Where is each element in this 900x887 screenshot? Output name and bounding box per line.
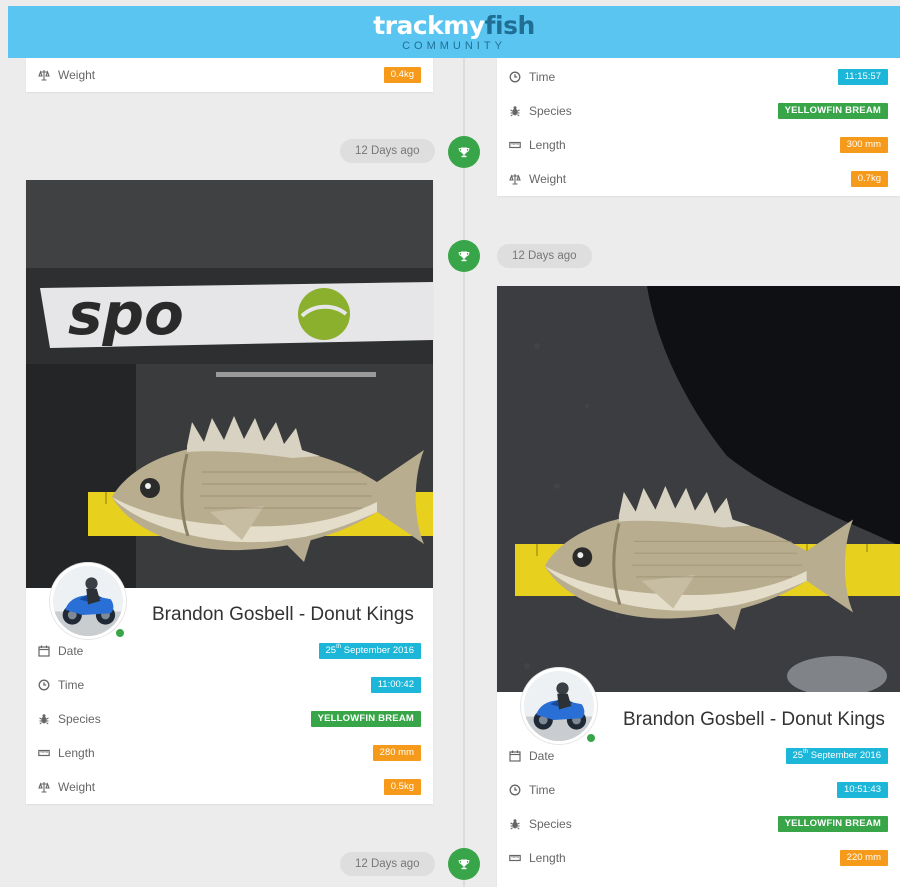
- ruler-icon: [509, 139, 521, 151]
- species-badge: YELLOWFIN BREAM: [777, 816, 888, 832]
- time-row: Time 11:00:42: [26, 668, 433, 702]
- online-status-dot: [114, 627, 126, 639]
- catch-card-right[interactable]: Brandon Gosbell - Donut Kings Date 25th …: [497, 286, 900, 887]
- weight-label: Weight: [58, 68, 96, 82]
- timeline-time-pill: 12 Days ago: [340, 139, 435, 163]
- timeline-marker: [448, 136, 480, 168]
- bug-icon: [509, 105, 521, 117]
- time-badge: 11:00:42: [370, 677, 421, 693]
- calendar-icon: [38, 645, 50, 657]
- date-label: Date: [529, 749, 555, 763]
- time-row: Time 10:51:43: [497, 773, 900, 807]
- author-name[interactable]: Brandon Gosbell - Donut Kings: [152, 604, 414, 626]
- length-badge: 220 mm: [839, 850, 888, 866]
- time-label: Time: [58, 678, 85, 692]
- weight-label: Weight: [58, 780, 96, 794]
- author-avatar[interactable]: [50, 563, 126, 639]
- date-row: Date 25th September 2016: [497, 739, 900, 773]
- app-logo[interactable]: trackmyfish: [373, 10, 536, 40]
- species-row: Species YELLOWFIN BREAM: [497, 94, 900, 128]
- calendar-icon: [509, 750, 521, 762]
- bug-icon: [38, 713, 50, 725]
- author-name[interactable]: Brandon Gosbell - Donut Kings: [623, 709, 885, 731]
- trophy-icon: [458, 146, 470, 158]
- time-row: Time 11:15:57: [497, 60, 900, 94]
- catch-card-left-top: Weight 0.4kg: [26, 58, 433, 92]
- species-row: Species YELLOWFIN BREAM: [26, 702, 433, 736]
- date-label: Date: [58, 644, 84, 658]
- species-label: Species: [529, 817, 572, 831]
- logo-text-track: trackmy: [373, 10, 485, 40]
- species-badge: YELLOWFIN BREAM: [777, 103, 888, 119]
- length-label: Length: [58, 746, 95, 760]
- ruler-icon: [38, 747, 50, 759]
- online-status-dot: [585, 732, 597, 744]
- length-badge: 280 mm: [372, 745, 421, 761]
- date-badge: 25th September 2016: [785, 748, 888, 764]
- catch-photo[interactable]: [497, 286, 900, 692]
- species-badge: YELLOWFIN BREAM: [310, 711, 421, 727]
- weight-icon: [38, 69, 50, 81]
- clock-icon: [509, 784, 521, 796]
- date-badge: 25th September 2016: [318, 643, 421, 659]
- timeline-time-pill: 12 Days ago: [497, 244, 592, 268]
- timeline-marker: [448, 848, 480, 880]
- length-badge: 300 mm: [839, 137, 888, 153]
- length-label: Length: [529, 851, 566, 865]
- weight-badge: 0.5kg: [383, 779, 421, 795]
- photo-brand-text: spo: [68, 280, 184, 348]
- time-label: Time: [529, 783, 556, 797]
- weight-row: Weight 0.5kg: [26, 770, 433, 804]
- weight-row: Weight 0.4kg: [26, 58, 433, 92]
- weight-icon: [509, 173, 521, 185]
- catch-card-left[interactable]: spo Brandon Gosbell - Donut Kings Date 2…: [26, 180, 433, 804]
- species-label: Species: [58, 712, 101, 726]
- weight-badge: 0.7kg: [850, 171, 888, 187]
- clock-icon: [38, 679, 50, 691]
- trophy-icon: [458, 858, 470, 870]
- clock-icon: [509, 71, 521, 83]
- author-avatar[interactable]: [521, 668, 597, 744]
- length-row: Length 300 mm: [497, 128, 900, 162]
- time-badge: 11:15:57: [837, 69, 888, 85]
- logo-subtitle: COMMUNITY: [402, 39, 506, 52]
- trophy-icon: [458, 250, 470, 262]
- app-header: trackmyfish COMMUNITY: [8, 6, 900, 58]
- catch-photo[interactable]: spo: [26, 180, 433, 588]
- weight-badge: 0.4kg: [383, 67, 421, 83]
- time-label: Time: [529, 70, 556, 84]
- time-badge: 10:51:43: [837, 782, 888, 798]
- species-row: Species YELLOWFIN BREAM: [497, 807, 900, 841]
- logo-text-fish: fish: [484, 10, 536, 40]
- species-label: Species: [529, 104, 572, 118]
- timeline-marker: [448, 240, 480, 272]
- timeline-time-pill: 12 Days ago: [340, 852, 435, 876]
- ruler-icon: [509, 852, 521, 864]
- catch-card-right-top: Time 11:15:57 Species YELLOWFIN BREAM Le…: [497, 58, 900, 196]
- weight-icon: [38, 781, 50, 793]
- weight-label: Weight: [529, 172, 567, 186]
- weight-row: Weight 0.7kg: [497, 162, 900, 196]
- length-row: Length 280 mm: [26, 736, 433, 770]
- length-row: Length 220 mm: [497, 841, 900, 875]
- timeline-line: [463, 58, 465, 887]
- bug-icon: [509, 818, 521, 830]
- length-label: Length: [529, 138, 566, 152]
- date-row: Date 25th September 2016: [26, 634, 433, 668]
